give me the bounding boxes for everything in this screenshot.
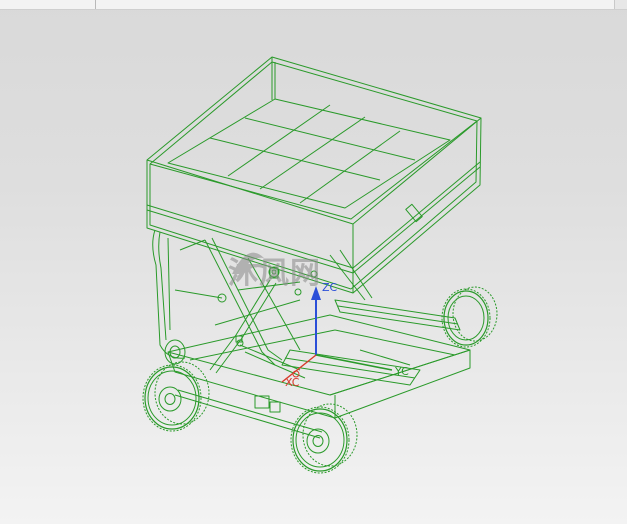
x-axis-label: XC: [285, 376, 300, 389]
toolbar-divider: [95, 0, 96, 9]
watermark-logo-icon: [232, 252, 267, 279]
watermark: 沐风网: [228, 246, 408, 294]
coordinate-triad[interactable]: ZC XC YC: [281, 281, 409, 389]
toolbar-edge-button[interactable]: [614, 0, 627, 9]
y-axis-label: YC: [394, 365, 409, 378]
toolbar-strip: [0, 0, 627, 10]
graphics-viewport[interactable]: ZC XC YC 沐风网: [0, 10, 627, 524]
